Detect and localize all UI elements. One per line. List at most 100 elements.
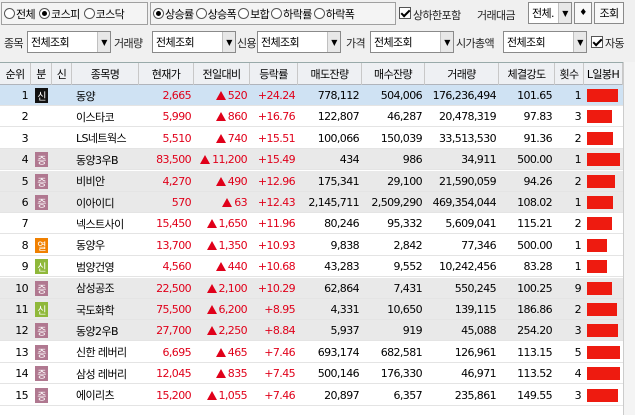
volume-select[interactable]: 전체조회 ▼: [152, 31, 236, 53]
table-row[interactable]: 3 LS네트웍스 5,510 740 +15.51 100,066 150,039 33,51…: [0, 128, 635, 149]
direction-radio-1[interactable]: 상승폭: [195, 6, 237, 22]
trade-amount-select[interactable]: 전체. ▼: [528, 2, 572, 24]
vertical-scrollbar[interactable]: [623, 62, 635, 415]
column-header-strength[interactable]: 체결강도: [499, 63, 555, 85]
change-value: 465: [227, 345, 248, 359]
marketcap-select[interactable]: 전체조회 ▼: [503, 31, 587, 53]
division-badge: 신: [35, 259, 48, 275]
table-row[interactable]: 7 넥스트사이 15,450 1,650 +11.96 80,246 95,332 5,609…: [0, 213, 635, 235]
direction-radio-3[interactable]: 하락률: [271, 6, 312, 22]
cell-lh: [584, 363, 623, 384]
column-header-volume[interactable]: 거래량: [425, 63, 499, 85]
cell-rank: 9: [21, 260, 29, 274]
market-radio-label: 코스피: [51, 7, 80, 21]
cell-count: 1: [574, 196, 582, 209]
column-header-ask[interactable]: 매도잔량: [298, 63, 362, 85]
cell-bid: 2,842: [393, 238, 423, 252]
daily-range-bar: [587, 260, 607, 274]
cell-bid: 919: [402, 324, 423, 338]
cell-lh: [584, 385, 623, 406]
table-row[interactable]: 2 이스타코 5,990 860 +16.76 122,807 46,287 20,478,3…: [0, 106, 635, 128]
table-row[interactable]: 6 증 이아이디 570 63 +12.43 2,145,711 2,509,290 469,3…: [0, 192, 635, 213]
table-row[interactable]: 5 증 비비안 4,270 490 +12.96 175,341 29,100 21,590,0…: [0, 170, 635, 192]
market-radio-1[interactable]: 코스피: [39, 6, 80, 22]
cell-name: 삼성공조: [76, 282, 115, 296]
include-limit-checkbox[interactable]: [399, 7, 411, 19]
cell-div: 증: [31, 171, 52, 192]
column-header-change[interactable]: 전일대비: [194, 63, 250, 85]
cell-rank: 12: [15, 324, 28, 338]
cell-count: 3: [574, 388, 582, 402]
cell-price: 4,270: [162, 174, 192, 188]
market-radio-2[interactable]: 코스닥: [83, 6, 125, 22]
column-header-price[interactable]: 현재가: [139, 63, 194, 85]
cell-rank: 14: [15, 367, 28, 381]
cell-price: 75,500: [156, 303, 191, 316]
cell-bid: 7,431: [393, 281, 423, 295]
table-row[interactable]: 4 증 동양3우B 83,500 11,200 +15.49 434 986 34,911 500…: [0, 149, 635, 171]
direction-radio-0[interactable]: 상승률: [153, 6, 194, 22]
direction-radio-4[interactable]: 하락폭: [313, 6, 355, 22]
cell-div: [31, 213, 52, 234]
table-row[interactable]: 13 증 신한 레버리 6,695 465 +7.46 693,174 682,581 126,…: [0, 342, 635, 363]
cell-change: 1,350: [194, 235, 250, 256]
table-row[interactable]: 8 열 동양우 13,700 1,350 +10.93 9,838 2,842 77,346 50…: [0, 235, 635, 256]
daily-range-bar: [587, 324, 618, 338]
table-row[interactable]: 12 증 동양2우B 27,700 2,250 +8.84 5,937 919 45,088 25…: [0, 320, 635, 342]
up-triangle-icon: [206, 240, 217, 250]
column-header-sin[interactable]: 신: [52, 63, 72, 85]
direction-radio-2[interactable]: 보합: [238, 6, 270, 22]
cell-rate: +8.95: [264, 303, 295, 316]
price-select[interactable]: 전체조회 ▼: [370, 31, 454, 53]
cell-ask: 2,145,711: [308, 196, 359, 209]
daily-range-bar: [587, 238, 607, 252]
cell-rank: 4: [21, 153, 29, 167]
cell-lh: [584, 342, 623, 363]
column-header-lh[interactable]: L일봉H: [584, 63, 623, 85]
cell-div: 열: [31, 235, 52, 256]
column-header-div[interactable]: 분: [31, 63, 52, 85]
cell-lh: [584, 299, 623, 320]
column-header-count[interactable]: 횟수: [555, 63, 584, 85]
cell-name: 이아이디: [76, 196, 115, 210]
table-row[interactable]: 10 증 삼성공조 22,500 2,100 +10.29 62,864 7,431 550,2…: [0, 277, 635, 299]
cell-ask: 80,246: [324, 217, 359, 231]
settings-button[interactable]: ♦: [574, 2, 592, 24]
change-value: 490: [227, 174, 248, 188]
table-row[interactable]: 15 증 에이리츠 15,200 1,055 +7.46 20,897 6,357 235,86…: [0, 385, 635, 406]
sector-select[interactable]: 전체조회 ▼: [27, 31, 111, 53]
cell-bid: 29,100: [387, 174, 422, 188]
table-row[interactable]: 14 증 삼성 레버리 12,045 835 +7.45 500,146 176,330 46,…: [0, 363, 635, 385]
cell-ask: 500,146: [317, 367, 360, 381]
column-header-rank[interactable]: 순위: [0, 63, 31, 85]
query-button[interactable]: 조회: [594, 2, 624, 24]
radio-dot-icon: [238, 8, 250, 19]
cell-div: [31, 106, 52, 127]
cell-div: 신: [31, 299, 52, 320]
auto-checkbox[interactable]: [591, 36, 603, 48]
column-header-name[interactable]: 종목명: [72, 63, 139, 85]
radio-dot-icon: [271, 8, 283, 19]
column-header-bid[interactable]: 매수잔량: [362, 63, 425, 85]
table-row[interactable]: 11 신 국도화학 75,500 6,200 +8.95 4,331 10,650 139,11…: [0, 299, 635, 320]
change-value: 2,250: [218, 324, 248, 338]
cell-strength: 94.26: [523, 174, 553, 188]
cell-volume: 469,354,044: [432, 196, 497, 209]
table-row[interactable]: 9 신 범양건영 4,560 440 +10.68 43,283 9,552 10,242,45…: [0, 256, 635, 278]
chevron-down-icon: ▼: [573, 32, 586, 52]
cell-strength: 101.65: [517, 89, 552, 102]
division-badge: 증: [35, 344, 48, 360]
market-radio-0[interactable]: 전체: [4, 6, 36, 22]
cell-count: 2: [574, 131, 582, 145]
cell-bid: 150,039: [380, 131, 423, 145]
table-row[interactable]: 1 신 동양 2,665 520 +24.24 778,112 504,006 176,236,…: [0, 85, 635, 106]
cell-rank: 13: [15, 345, 28, 359]
daily-range-bar: [587, 281, 612, 295]
credit-select[interactable]: 전체조회 ▼: [257, 31, 341, 53]
cell-lh: [584, 235, 623, 256]
column-header-rate[interactable]: 등락률: [250, 63, 298, 85]
cell-bid: 986: [402, 153, 423, 167]
volume-label: 거래량: [114, 37, 143, 50]
up-triangle-icon: [215, 112, 226, 122]
cell-strength: 113.52: [517, 367, 552, 381]
